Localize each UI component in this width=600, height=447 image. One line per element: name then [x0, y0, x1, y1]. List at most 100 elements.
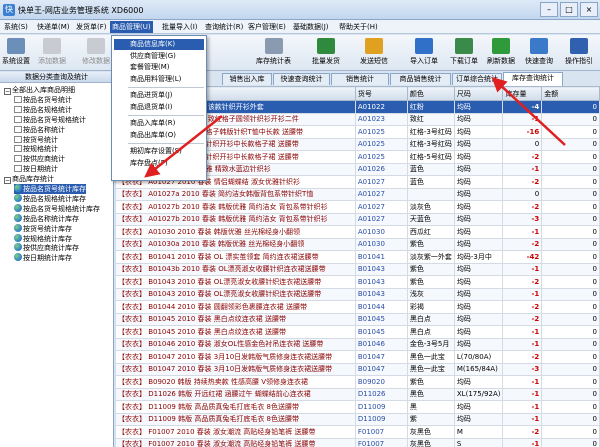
- tab-4[interactable]: 商品销售统计: [390, 73, 451, 85]
- menu-item[interactable]: 期初库存设置(S): [114, 146, 204, 157]
- table-row[interactable]: 【农衣】 B01047 2010 春装 3月10日发韩版气质修身连衣裙送腰带 B0…: [115, 362, 600, 376]
- cell-color: 黑白点: [406, 325, 455, 339]
- menu-item[interactable]: 商品信息库(K): [114, 39, 204, 50]
- table-row[interactable]: 【农衣】 B01044 2010 春装 圆翻领彩色裹腰连衣裙 送腰带 B01044…: [115, 300, 600, 314]
- report-icon: [264, 38, 283, 54]
- gear-icon: [7, 38, 25, 54]
- menu-item[interactable]: 商品出库单(O): [114, 130, 204, 141]
- tab-1[interactable]: 销售出入库: [222, 73, 272, 85]
- table-row[interactable]: 【农衣】 B01043 2010 春装 OL漂亮淑女收腰针织连衣裙送腰带 B010…: [115, 275, 600, 289]
- menu-item[interactable]: 商品用料管理(L): [114, 74, 204, 85]
- tree-node[interactable]: 按货号统计库存: [14, 223, 72, 234]
- tree-node[interactable]: 按品名称统计库存: [14, 213, 79, 224]
- cell-size: L(70/80A): [453, 350, 504, 364]
- column-header[interactable]: 货号: [354, 86, 408, 101]
- cell-color: 黑: [406, 400, 455, 414]
- table-row[interactable]: 【农衣】 A01027b 2010 春装 韩版优雅 简约洁女 背包系带针织衫 A0…: [115, 200, 600, 214]
- add-data-button[interactable]: 添加数据: [38, 37, 66, 69]
- tree-node[interactable]: 按品名货号统计库存: [14, 184, 86, 194]
- quick-search-button[interactable]: 快速查询: [525, 37, 553, 69]
- table-row[interactable]: 【农衣】 F01007 2010 春装 淑女潮流 高贴经身铅笔裤 送腰带 F010…: [115, 437, 600, 447]
- table-row[interactable]: 【农衣】 B01045 2010 春装 黑白点纹连衣裙 送腰带 B01045 黑白点…: [115, 312, 600, 326]
- table-row[interactable]: 【农衣】 A01027b 2010 春装 韩版优雅 简约洁女 背包系带针织衫 A0…: [115, 212, 600, 226]
- tree-node[interactable]: 按规格统计库存: [14, 233, 72, 244]
- table-row[interactable]: 【农衣】 B01045 2010 春装 黑白点纹连衣裙 送腰带 B01045 黑白点…: [115, 325, 600, 339]
- import-orders-button[interactable]: 导入订单: [410, 37, 438, 69]
- table-row[interactable]: 【农衣】 A01027a 2010 春装 简约洁女韩版背包系带针织T恤 A0102…: [115, 187, 600, 201]
- menu-basic[interactable]: 基础数据(J): [291, 21, 331, 33]
- tree-node[interactable]: 按品名称统计: [14, 125, 65, 135]
- minimize-button[interactable]: –: [540, 2, 558, 17]
- inventory-report-button[interactable]: 库存统计表: [256, 37, 291, 69]
- column-header[interactable]: 库存量: [502, 86, 543, 101]
- tab-3[interactable]: 销售统计: [331, 73, 389, 85]
- menu-query[interactable]: 查询统计(R): [203, 21, 245, 33]
- menu-item[interactable]: 商品退货单(I): [114, 102, 204, 113]
- batch-ship-label: 批量发货: [312, 57, 340, 65]
- edit-data-button[interactable]: 修改数据: [82, 37, 110, 69]
- tab-2[interactable]: 快速查询统计: [273, 73, 330, 85]
- column-header[interactable]: 尺码: [453, 86, 504, 101]
- cell-size: 均码: [453, 300, 504, 314]
- tree-node[interactable]: 按供应商统计: [14, 154, 65, 164]
- menu-item[interactable]: 商品入库单(R): [114, 118, 204, 129]
- table-row[interactable]: 【农衣】 B01043b 2010 春装 OL漂亮淑女收腰针织连衣裙送腰带 B01…: [115, 262, 600, 276]
- menu-item[interactable]: 套餐管理(M): [114, 62, 204, 73]
- table-row[interactable]: 【农衣】 B01046 2010 春装 淑女OL性感金色衬吊连衣裙 送腰带 B01…: [115, 337, 600, 351]
- table-row[interactable]: 【农衣】 B09020 韩版 持续热卖款 性感高腰 V领修身连衣裙 B09020 紫…: [115, 375, 600, 389]
- tree-node[interactable]: 按货号统计: [14, 135, 58, 145]
- tree-node[interactable]: 按规格统计: [14, 144, 58, 154]
- menu-goods[interactable]: 商品管理(U): [110, 21, 153, 33]
- tree-node[interactable]: 按日期统计库存: [14, 253, 72, 263]
- cell-size: 均码: [453, 400, 504, 414]
- table-row[interactable]: 【农衣】 A01030 2010 春装 韩版优雅 丝光棉经身小翻领 A01030 西…: [115, 225, 600, 239]
- maximize-button[interactable]: □: [560, 2, 578, 17]
- download-orders-button[interactable]: 下载订单: [450, 37, 478, 69]
- table-row[interactable]: 【农衣】 A01030a 2010 春装 韩版优雅 丝光棉经身小翻领 A01030…: [115, 237, 600, 251]
- column-header[interactable]: 颜色: [406, 86, 455, 101]
- column-header[interactable]: 金额: [541, 86, 600, 101]
- table-row[interactable]: 【农衣】 B01043 2010 春装 OL漂亮淑女收腰针织连衣裙送腰带 B010…: [115, 287, 600, 301]
- tree-node[interactable]: − 商品库存统计: [4, 174, 54, 185]
- menu-item[interactable]: 库存盘点(P): [114, 158, 204, 169]
- menu-express[interactable]: 快递单(M): [35, 21, 72, 33]
- tree-node[interactable]: 按品名货号统计: [14, 95, 72, 105]
- cell-qty: 0: [502, 137, 543, 151]
- batch-ship-button[interactable]: 批量发货: [312, 37, 340, 69]
- tree-node[interactable]: − 全部出入库商品明细: [4, 85, 75, 95]
- cell-code: B01043: [354, 275, 408, 289]
- table-row[interactable]: 【农衣】 D11026 韩版 开远红裙 涵腰过午 蝴蝶结前心连衣裙 D11026 黑…: [115, 387, 600, 401]
- refresh-data-label: 刷新数据: [487, 57, 515, 65]
- tree-node[interactable]: 按供应商统计库存: [14, 243, 79, 253]
- close-button[interactable]: ×: [580, 2, 598, 17]
- tab-5[interactable]: 订单综合统计: [452, 73, 502, 85]
- tree-node[interactable]: 按品名规格统计: [14, 105, 72, 115]
- settings-button[interactable]: 系统设置: [2, 37, 30, 69]
- tree-node[interactable]: 按日期统计: [14, 164, 58, 174]
- menu-item[interactable]: 供应商管理(G): [114, 51, 204, 62]
- cell-amt: 0: [541, 187, 600, 201]
- tree-node[interactable]: 按品名货号规格统计库存: [14, 203, 100, 214]
- menu-import[interactable]: 批量导入(I): [160, 21, 200, 33]
- tree-node-label: 按品名货号规格统计: [23, 115, 86, 124]
- menu-invoice[interactable]: 发货单(F): [74, 21, 109, 33]
- tab-6[interactable]: 库存查询统计: [503, 72, 563, 86]
- send-sms-button[interactable]: 发送短信: [360, 37, 388, 69]
- table-row[interactable]: 【农衣】 F01007 2010 春装 淑女潮流 高贴经身铅笔裤 送腰带 F010…: [115, 425, 600, 439]
- refresh-data-button[interactable]: 刷新数据: [487, 37, 515, 69]
- globe-icon: [14, 203, 22, 212]
- menu-customer[interactable]: 客户管理(E): [246, 21, 288, 33]
- tree-node-label: 按日期统计: [23, 165, 58, 174]
- table-row[interactable]: 【农衣】 D11009 韩版 高品质真兔毛打底毛衣 8色送腰带 D11009 黑均码…: [115, 400, 600, 414]
- menu-system[interactable]: 系统(S): [2, 21, 30, 33]
- cell-size: 均码: [453, 187, 504, 201]
- tree-node[interactable]: 按品名规格统计库存: [14, 193, 86, 204]
- table-row[interactable]: 【农衣】 D11009 韩版 高品质真兔毛打底毛衣 8色送腰带 D11009 紫均码…: [115, 412, 600, 426]
- tree-node[interactable]: 按品名货号规格统计: [14, 115, 86, 125]
- table-row[interactable]: 【农衣】 B01041 2010 春装 OL 漂实茧领套 简约连衣裙送腰带 B01…: [115, 250, 600, 264]
- table-row[interactable]: 【农衣】 B01047 2010 春装 3月10日发韩版气质修身连衣裙送腰带 B0…: [115, 350, 600, 364]
- menu-item[interactable]: 商品进货单(J): [114, 90, 204, 101]
- guide-button[interactable]: 操作指引: [565, 37, 593, 69]
- cell-size: 均码: [453, 312, 504, 326]
- menu-help[interactable]: 帮助关于(H): [337, 21, 380, 33]
